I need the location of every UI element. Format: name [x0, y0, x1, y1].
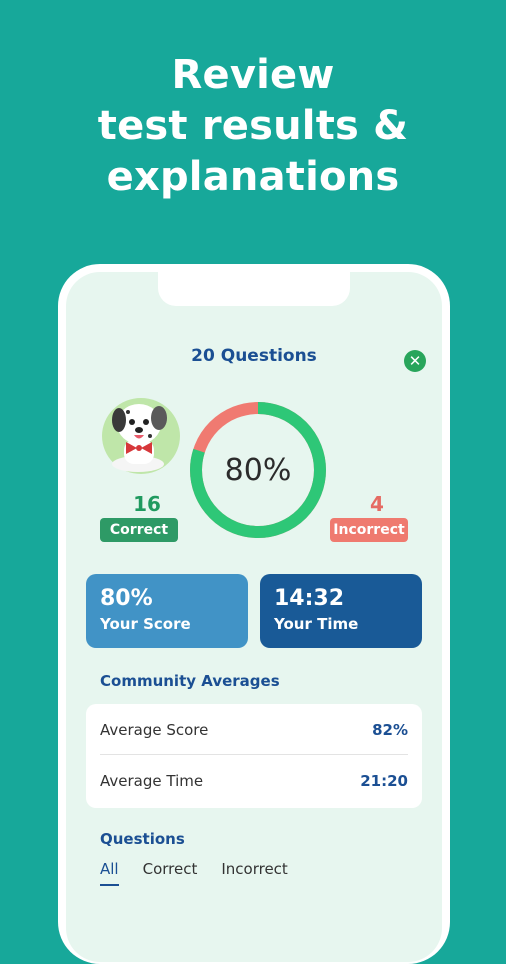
- headline-line-2: test results &: [97, 103, 409, 149]
- your-time-value: 14:32: [274, 586, 345, 611]
- community-averages-title: Community Averages: [100, 672, 280, 690]
- average-time-row: Average Time 21:20: [100, 759, 408, 803]
- phone-screen: 20 Questions ✕ 80% 16 Correct 4 Incorrec: [66, 272, 442, 962]
- correct-count: 16: [133, 492, 161, 516]
- your-time-label: Your Time: [274, 615, 359, 633]
- phone-notch: [158, 272, 350, 306]
- your-score-label: Your Score: [100, 615, 191, 633]
- average-time-label: Average Time: [100, 772, 204, 790]
- close-icon[interactable]: ✕: [404, 350, 426, 372]
- your-score-value: 80%: [100, 586, 153, 611]
- average-score-label: Average Score: [100, 721, 209, 739]
- headline-line-1: Review: [171, 52, 335, 98]
- tab-all[interactable]: All: [100, 860, 119, 886]
- promo-headline: Review test results & explanations: [0, 50, 506, 203]
- phone-frame: 20 Questions ✕ 80% 16 Correct 4 Incorrec: [58, 264, 450, 964]
- headline-line-3: explanations: [106, 154, 400, 200]
- incorrect-badge: Incorrect: [330, 518, 408, 542]
- incorrect-count: 4: [370, 492, 384, 516]
- average-time-value: 21:20: [360, 772, 408, 790]
- average-score-value: 82%: [372, 721, 408, 739]
- score-percent: 80%: [224, 452, 292, 488]
- quiz-title: 20 Questions: [191, 346, 317, 366]
- tab-correct[interactable]: Correct: [143, 860, 198, 886]
- row-divider: [100, 754, 408, 755]
- dog-mascot-icon: [102, 398, 180, 474]
- question-filter-tabs: All Correct Incorrect: [100, 860, 288, 886]
- community-averages-box: Average Score 82% Average Time 21:20: [86, 704, 422, 808]
- your-time-card: 14:32 Your Time: [260, 574, 422, 648]
- your-score-card: 80% Your Score: [86, 574, 248, 648]
- correct-badge: Correct: [100, 518, 178, 542]
- questions-title: Questions: [100, 830, 185, 848]
- tab-incorrect[interactable]: Incorrect: [221, 860, 287, 886]
- average-score-row: Average Score 82%: [100, 708, 408, 752]
